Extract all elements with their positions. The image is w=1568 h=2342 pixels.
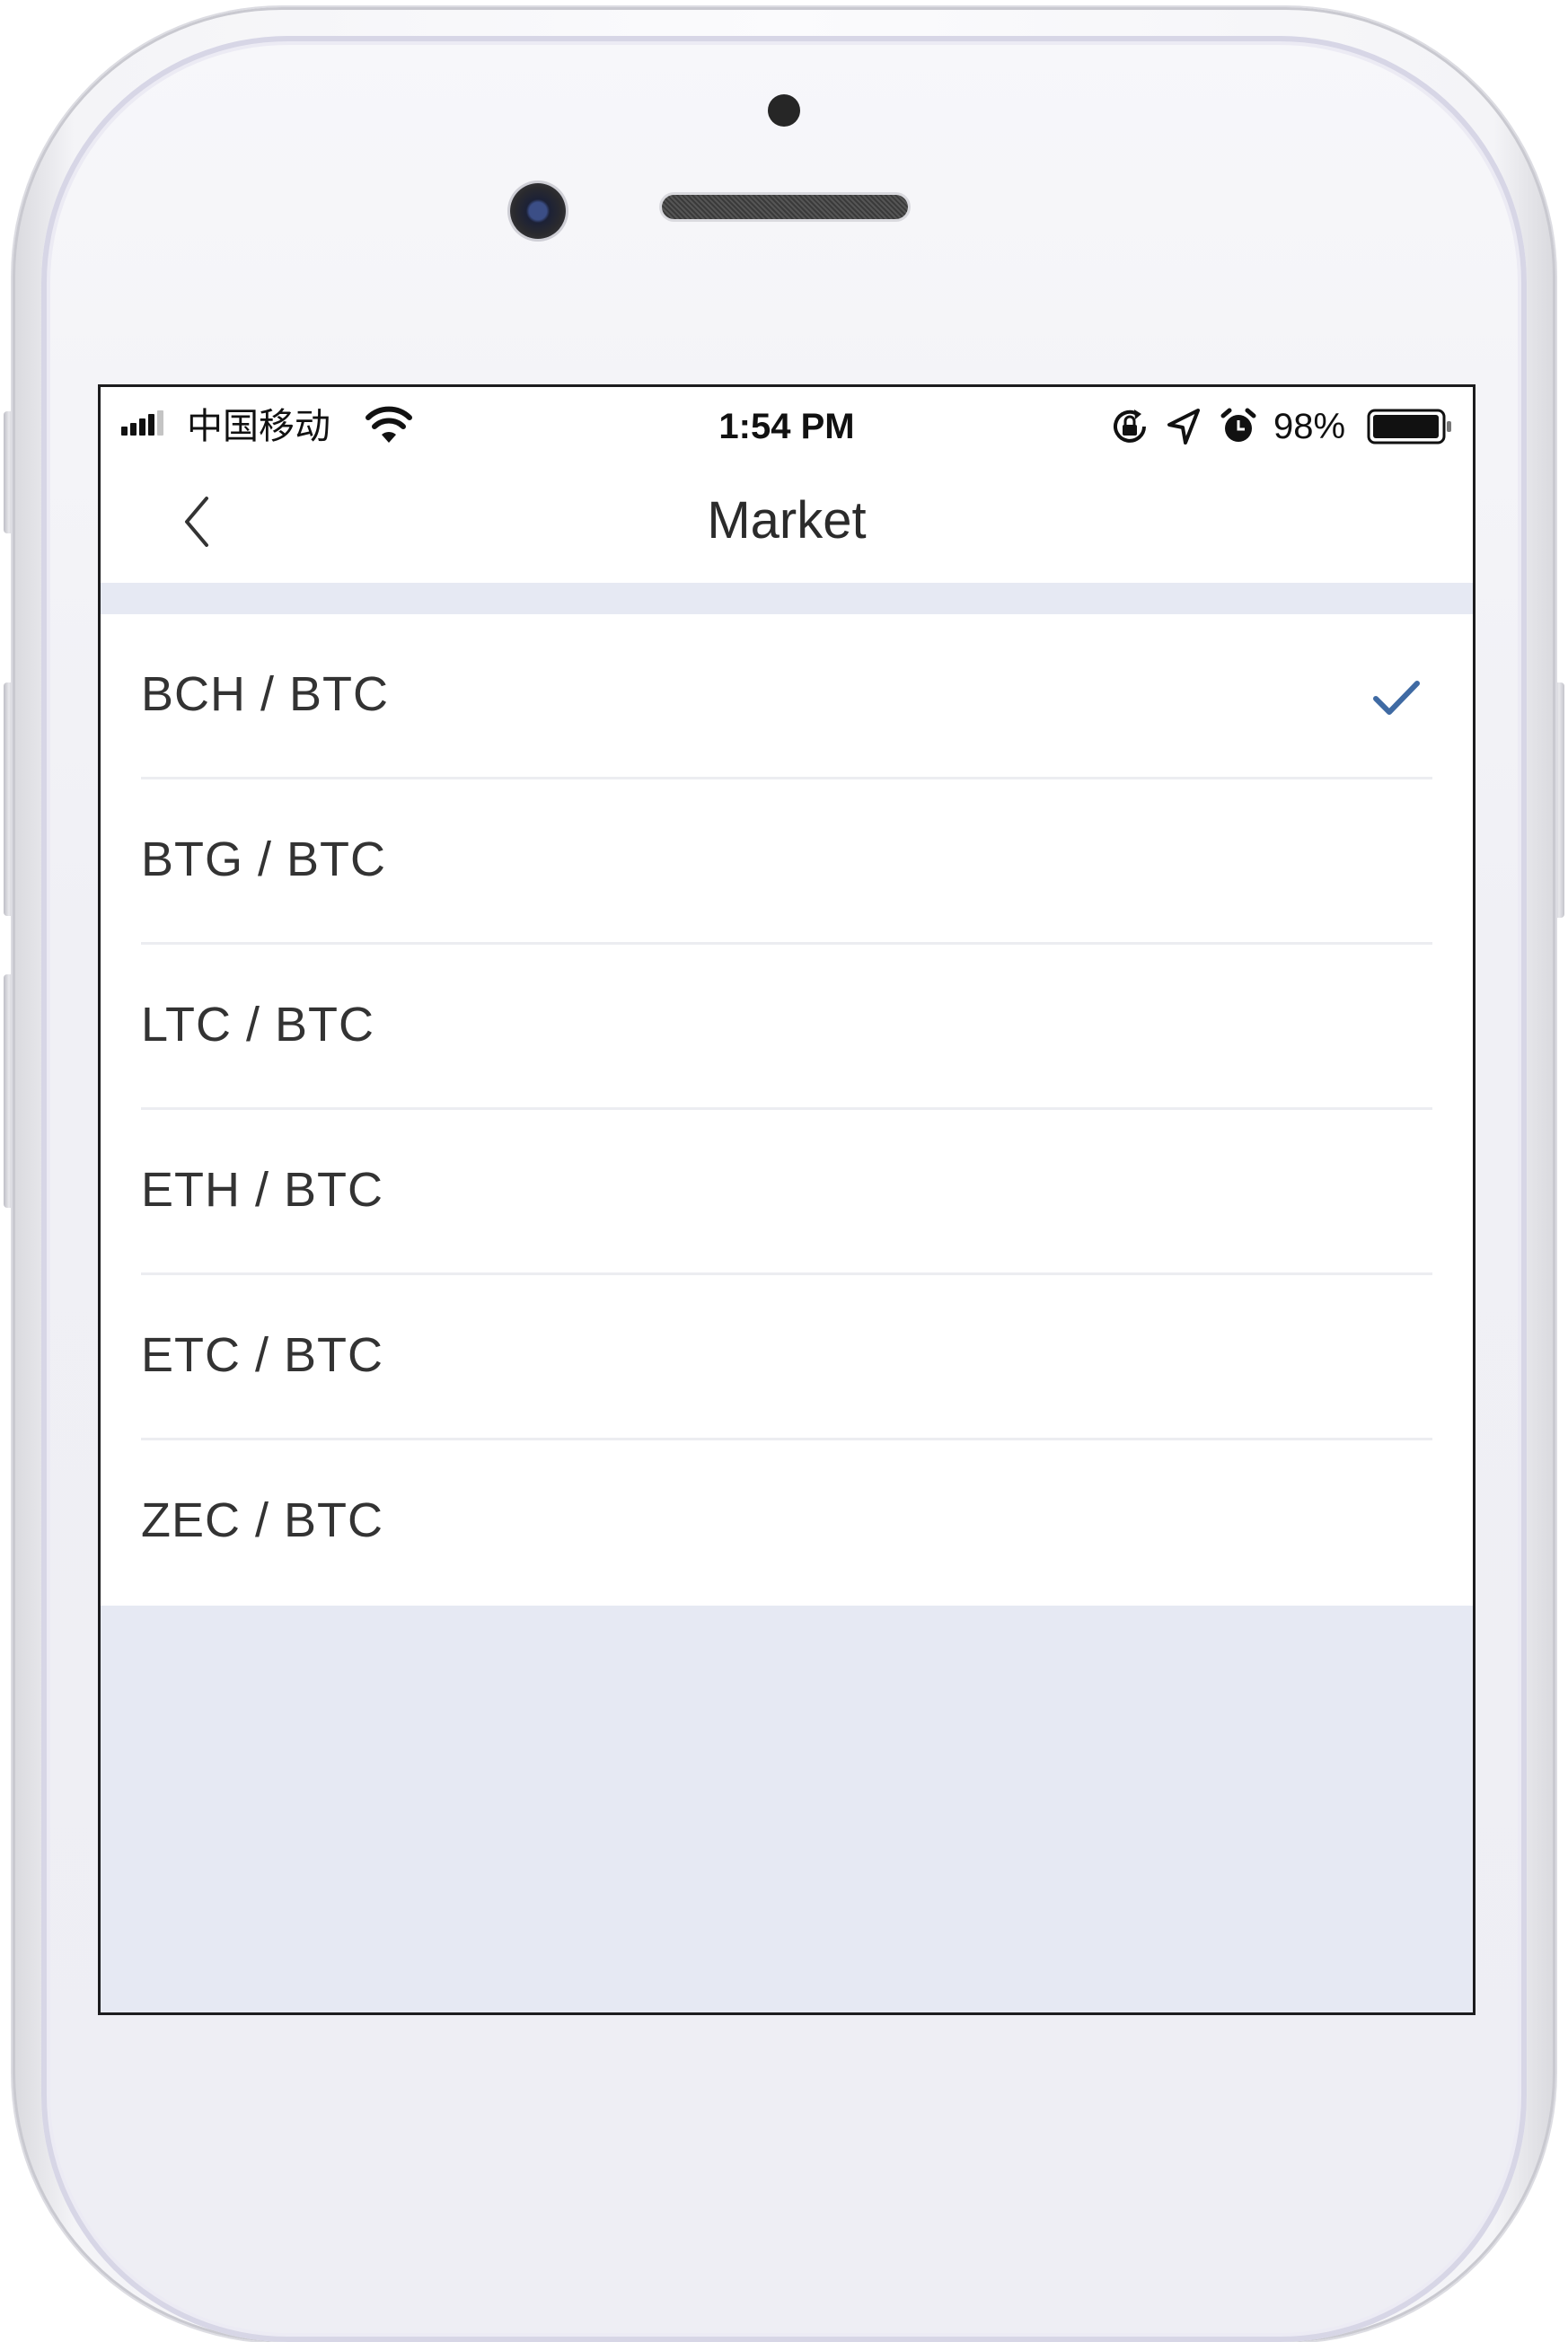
market-item-etc-btc[interactable]: ETC / BTC <box>101 1275 1473 1440</box>
checkmark-icon <box>1373 681 1420 715</box>
market-item-label: ETC / BTC <box>141 1328 384 1382</box>
market-item-bch-btc[interactable]: BCH / BTC <box>101 614 1473 779</box>
location-icon <box>1167 409 1200 445</box>
market-list: BCH / BTC BTG / BTC LTC / BTC ETH / BTC … <box>101 614 1473 1606</box>
navigation-bar: Market <box>101 459 1473 583</box>
phone-screen: 中国移动 1:54 PM 98% Market BCH / BTC BTG / … <box>98 384 1476 2015</box>
market-item-label: BCH / BTC <box>141 667 390 721</box>
market-item-eth-btc[interactable]: ETH / BTC <box>101 1110 1473 1275</box>
market-item-btg-btc[interactable]: BTG / BTC <box>101 779 1473 945</box>
earpiece-speaker <box>662 195 908 219</box>
market-item-label: ETH / BTC <box>141 1163 384 1217</box>
market-item-ltc-btc[interactable]: LTC / BTC <box>101 945 1473 1110</box>
market-item-label: LTC / BTC <box>141 998 375 1052</box>
alarm-icon <box>1220 408 1256 442</box>
page-title: Market <box>707 491 867 550</box>
battery-icon <box>1367 409 1451 445</box>
rotation-lock-icon <box>1114 409 1146 443</box>
front-camera <box>510 183 566 239</box>
battery-percent: 98% <box>1273 407 1346 446</box>
market-item-label: ZEC / BTC <box>141 1493 384 1547</box>
status-time: 1:54 PM <box>718 407 855 446</box>
status-bar: 中国移动 1:54 PM 98% <box>101 387 1473 459</box>
proximity-sensor <box>768 94 800 127</box>
market-item-label: BTG / BTC <box>141 832 387 886</box>
market-item-zec-btc[interactable]: ZEC / BTC <box>101 1440 1473 1606</box>
